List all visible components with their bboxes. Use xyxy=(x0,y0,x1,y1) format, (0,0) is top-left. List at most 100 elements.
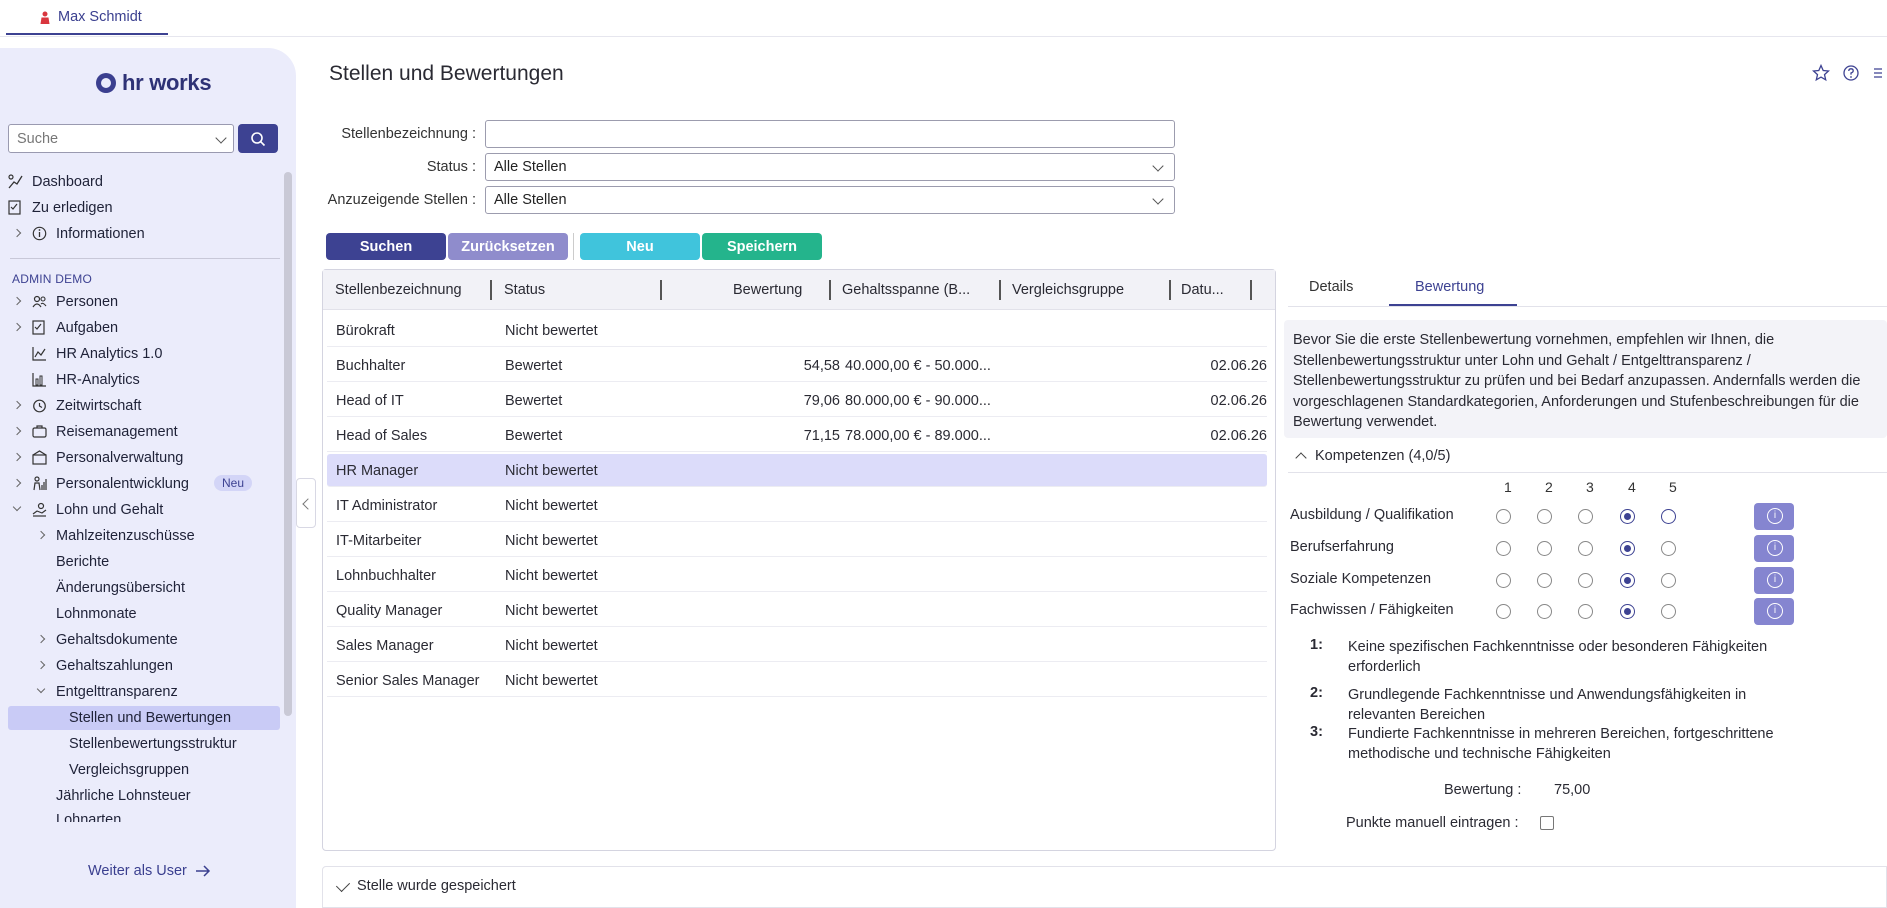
rating-radio[interactable] xyxy=(1578,509,1593,524)
column-resize-handle[interactable] xyxy=(660,280,662,300)
rating-radio[interactable] xyxy=(1620,573,1635,588)
table-row[interactable]: Lohnbuchhalter Nicht bewertet xyxy=(327,559,1267,592)
sidebar-item-lohnarten[interactable]: Lohnarten xyxy=(8,810,280,822)
sidebar-item-personalverwaltung[interactable]: Personalverwaltung xyxy=(8,446,280,470)
column-resize-handle[interactable] xyxy=(1250,280,1252,300)
column-header-title[interactable]: Stellenbezeichnung xyxy=(335,282,462,298)
rating-radio[interactable] xyxy=(1578,604,1593,619)
rating-radio[interactable] xyxy=(1661,509,1676,524)
criterion-info-button[interactable] xyxy=(1754,503,1794,530)
sidebar-item-mahlzeitenzuschuesse[interactable]: Mahlzeitenzuschüsse xyxy=(8,524,280,548)
sidebar-search-button[interactable] xyxy=(238,124,278,153)
help-icon[interactable] xyxy=(1842,64,1860,82)
table-row[interactable]: Quality Manager Nicht bewertet xyxy=(327,594,1267,627)
competence-section-toggle[interactable]: Kompetenzen (4,0/5) xyxy=(1295,448,1450,464)
rating-radio[interactable] xyxy=(1578,573,1593,588)
column-header-salary-range[interactable]: Gehaltsspanne (B... xyxy=(842,282,970,298)
sidebar-item-zeitwirtschaft[interactable]: Zeitwirtschaft xyxy=(8,394,280,418)
column-header-score[interactable]: Bewertung xyxy=(733,282,802,298)
rating-radio[interactable] xyxy=(1537,604,1552,619)
sidebar-item-lohn-und-gehalt[interactable]: Lohn und Gehalt xyxy=(8,498,280,522)
rating-radio[interactable] xyxy=(1537,573,1552,588)
user-tab[interactable]: Max Schmidt xyxy=(6,0,168,35)
sidebar-item-todo[interactable]: Zu erledigen xyxy=(8,196,280,220)
table-row[interactable]: Head of IT Bewertet 79,06 80.000,00 € - 90.… xyxy=(327,384,1267,417)
table-row[interactable]: HR Manager Nicht bewertet xyxy=(327,454,1267,487)
table-row[interactable]: IT Administrator Nicht bewertet xyxy=(327,489,1267,522)
menu-icon[interactable] xyxy=(1872,64,1882,82)
sidebar-item-stellenbewertungsstruktur[interactable]: Stellenbewertungsstruktur xyxy=(8,732,280,756)
cell-score: 79,06 xyxy=(803,393,840,409)
continue-as-user-link[interactable]: Weiter als User xyxy=(88,863,211,879)
search-button[interactable]: Suchen xyxy=(326,233,446,260)
table-row[interactable]: Senior Sales Manager Nicht bewertet xyxy=(327,664,1267,697)
sidebar-item-dashboard[interactable]: Dashboard xyxy=(8,170,280,194)
rating-radio[interactable] xyxy=(1661,541,1676,556)
table-row[interactable]: Sales Manager Nicht bewertet xyxy=(327,629,1267,662)
sidebar-item-informationen[interactable]: Informationen xyxy=(8,222,280,246)
rating-radio[interactable] xyxy=(1496,573,1511,588)
column-header-status[interactable]: Status xyxy=(504,282,545,298)
rating-radio[interactable] xyxy=(1496,541,1511,556)
sidebar-item-aufgaben[interactable]: Aufgaben xyxy=(8,316,280,340)
table-row[interactable]: Bürokraft Nicht bewertet xyxy=(327,314,1267,347)
hrworks-logo[interactable]: hr works xyxy=(96,70,212,96)
sidebar-search-input[interactable]: Suche xyxy=(8,124,234,153)
rating-radio[interactable] xyxy=(1537,541,1552,556)
rating-radio[interactable] xyxy=(1496,509,1511,524)
cell-score: 54,58 xyxy=(803,358,840,374)
criterion-info-button[interactable] xyxy=(1754,567,1794,594)
rating-radio[interactable] xyxy=(1620,509,1635,524)
criterion-info-button[interactable] xyxy=(1754,535,1794,562)
sidebar-item-entgelttransparenz[interactable]: Entgelttransparenz xyxy=(8,680,280,704)
table-row[interactable]: Head of Sales Bewertet 71,15 78.000,00 € - … xyxy=(327,419,1267,452)
sidebar-item-vergleichsgruppen[interactable]: Vergleichsgruppen xyxy=(8,758,280,782)
criterion-label: Ausbildung / Qualifikation xyxy=(1290,507,1454,523)
sidebar-item-berichte[interactable]: Berichte xyxy=(8,550,280,574)
rating-radio[interactable] xyxy=(1620,604,1635,619)
cell-date: 02.06.26 xyxy=(1210,428,1267,444)
tab-details[interactable]: Details xyxy=(1309,279,1353,295)
sidebar-collapse-handle[interactable] xyxy=(296,478,316,528)
column-resize-handle[interactable] xyxy=(1169,280,1171,300)
cell-title: Buchhalter xyxy=(336,358,406,374)
detail-tabs: Details Bewertung xyxy=(1288,269,1887,307)
tab-bewertung[interactable]: Bewertung xyxy=(1415,279,1484,295)
chevron-right-icon xyxy=(36,634,46,644)
filter-title-input[interactable] xyxy=(485,120,1175,148)
criterion-info-button[interactable] xyxy=(1754,598,1794,625)
filter-show-select[interactable]: Alle Stellen xyxy=(485,186,1175,214)
sidebar-item-label: Jährliche Lohnsteuer xyxy=(56,788,191,804)
save-button[interactable]: Speichern xyxy=(702,233,822,260)
column-resize-handle[interactable] xyxy=(829,280,831,300)
rating-radio[interactable] xyxy=(1496,604,1511,619)
column-resize-handle[interactable] xyxy=(490,280,492,300)
reset-button[interactable]: Zurücksetzen xyxy=(448,233,568,260)
sidebar-item-gehaltszahlungen[interactable]: Gehaltszahlungen xyxy=(8,654,280,678)
rating-radio[interactable] xyxy=(1537,509,1552,524)
sidebar-item-aenderungsuebersicht[interactable]: Änderungsübersicht xyxy=(8,576,280,600)
rating-radio[interactable] xyxy=(1661,604,1676,619)
column-resize-handle[interactable] xyxy=(999,280,1001,300)
column-header-comparison-group[interactable]: Vergleichsgruppe xyxy=(1012,282,1124,298)
rating-radio[interactable] xyxy=(1620,541,1635,556)
sidebar-item-stellen-und-bewertungen[interactable]: Stellen und Bewertungen xyxy=(8,706,280,730)
sidebar-item-personalentwicklung[interactable]: Personalentwicklung Neu xyxy=(8,472,280,496)
manual-points-checkbox[interactable] xyxy=(1540,816,1554,830)
rating-radio[interactable] xyxy=(1578,541,1593,556)
sidebar-item-hr-analytics-1[interactable]: HR Analytics 1.0 xyxy=(8,342,280,366)
new-button[interactable]: Neu xyxy=(580,233,700,260)
table-row[interactable]: IT-Mitarbeiter Nicht bewertet xyxy=(327,524,1267,557)
sidebar-item-lohnmonate[interactable]: Lohnmonate xyxy=(8,602,280,626)
sidebar-item-hr-analytics[interactable]: HR-Analytics xyxy=(8,368,280,392)
sidebar-item-gehaltsdokumente[interactable]: Gehaltsdokumente xyxy=(8,628,280,652)
star-icon[interactable] xyxy=(1812,64,1830,82)
sidebar-scrollbar[interactable] xyxy=(284,172,292,716)
sidebar-item-personen[interactable]: Personen xyxy=(8,290,280,314)
sidebar-item-jaehrliche-lohnsteuer[interactable]: Jährliche Lohnsteuer xyxy=(8,784,280,808)
filter-status-select[interactable]: Alle Stellen xyxy=(485,153,1175,181)
table-row[interactable]: Buchhalter Bewertet 54,58 40.000,00 € - 50.… xyxy=(327,349,1267,382)
column-header-date[interactable]: Datu... xyxy=(1181,282,1224,298)
sidebar-item-reisemanagement[interactable]: Reisemanagement xyxy=(8,420,280,444)
rating-radio[interactable] xyxy=(1661,573,1676,588)
